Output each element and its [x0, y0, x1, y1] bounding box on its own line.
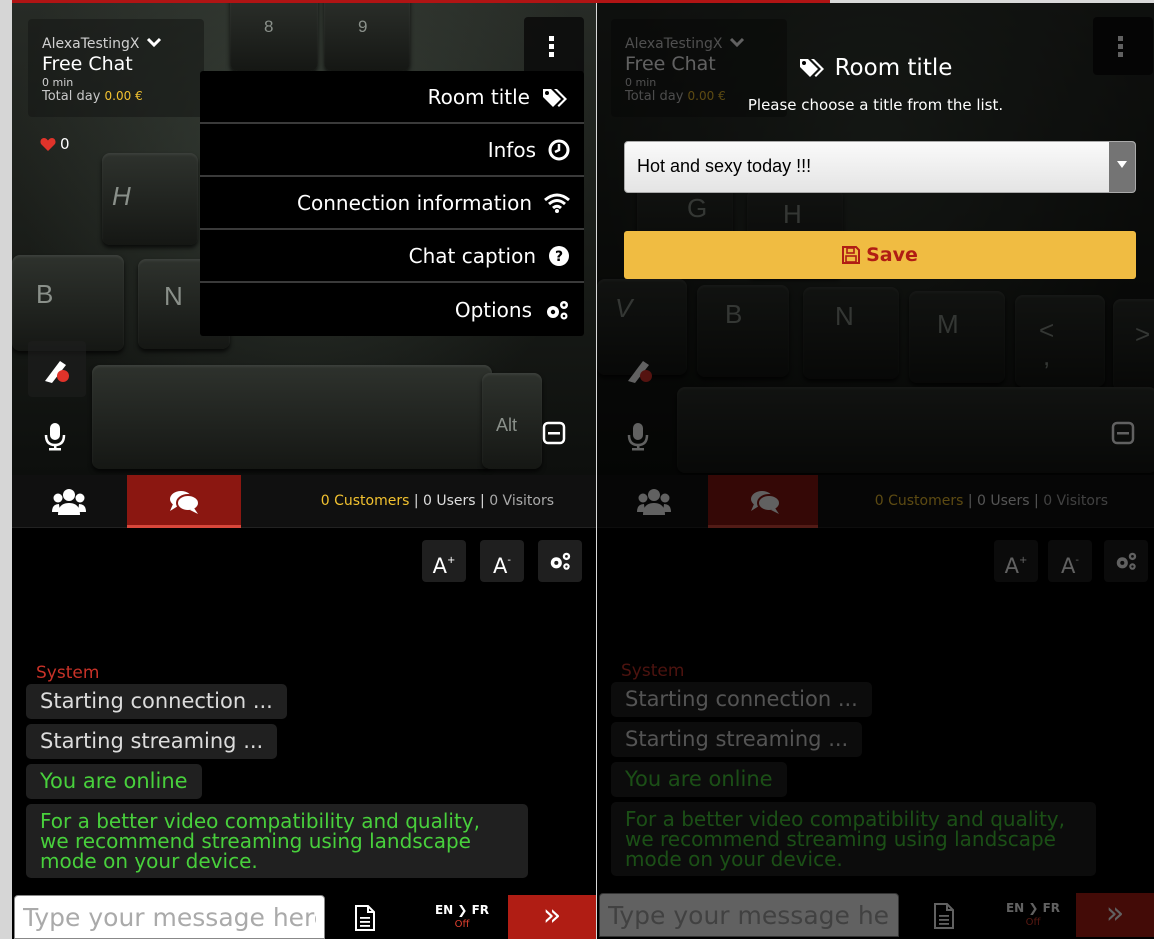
- cogs-icon: [550, 552, 571, 570]
- svg-text:?: ?: [555, 249, 563, 265]
- send-button[interactable]: »: [508, 895, 596, 939]
- translate-toggle[interactable]: EN ❯ FR Off: [420, 903, 504, 930]
- tags-icon: [799, 59, 824, 77]
- question-circle-icon: ?: [549, 245, 569, 266]
- microphone-button[interactable]: [28, 407, 86, 463]
- likes-count: 0: [60, 135, 70, 153]
- tab-chat[interactable]: [127, 475, 241, 528]
- users-count: 0 Users: [423, 493, 476, 509]
- dialog-subtitle: Please choose a title from the list.: [747, 96, 1004, 114]
- page-gutter: [0, 0, 12, 939]
- chat-message: Starting streaming ...: [26, 724, 278, 759]
- streamer-info[interactable]: AlexaTestingX Free Chat 0 min Total day …: [28, 19, 204, 117]
- chat-message: Starting connection ...: [26, 684, 287, 719]
- video-preview: 8 9 H B N Alt AlexaTestingX Free Chat 0 …: [12, 3, 596, 475]
- effects-button[interactable]: [28, 341, 86, 397]
- keyboard-key: H: [102, 153, 198, 245]
- room-title-select[interactable]: Hot and sexy today !!!: [624, 141, 1136, 193]
- message-bar: EN ❯ FR Off »: [12, 895, 596, 939]
- dialog-title: Room title: [597, 55, 1154, 81]
- selected-title: Hot and sexy today !!!: [637, 156, 812, 176]
- comments-icon: [170, 491, 200, 514]
- tab-users[interactable]: [12, 475, 126, 528]
- keyboard-key: 9: [324, 3, 410, 71]
- font-decrease-button[interactable]: A-: [480, 540, 524, 582]
- heart-icon: [40, 138, 56, 151]
- keyboard-spacebar: [92, 365, 492, 469]
- vertical-dots-icon: [549, 36, 554, 57]
- visitors-count: 0 Visitors: [489, 493, 554, 509]
- customers-count: 0 Customers: [320, 493, 410, 509]
- cogs-icon: [547, 300, 568, 319]
- floppy-disk-icon: [842, 246, 861, 264]
- context-menu: Room title Infos Connection information …: [200, 71, 584, 336]
- session-minutes: 0 min: [42, 76, 74, 89]
- total-label: Total day: [42, 89, 101, 104]
- clock-icon: [548, 139, 570, 160]
- microphone-icon: [44, 423, 66, 451]
- more-menu-button[interactable]: [524, 17, 584, 75]
- users-icon: [52, 489, 86, 515]
- wifi-icon: [544, 193, 570, 213]
- chat-message: You are online: [26, 764, 202, 799]
- chat-settings-button[interactable]: [538, 540, 582, 582]
- document-icon[interactable]: [354, 905, 376, 931]
- caret-down-icon: [1117, 161, 1127, 168]
- minimize-icon[interactable]: [542, 421, 566, 445]
- message-input[interactable]: [14, 895, 325, 939]
- menu-item-room-title[interactable]: Room title: [200, 71, 584, 124]
- chevron-down-icon: [146, 37, 161, 48]
- select-arrow[interactable]: [1109, 142, 1135, 192]
- keyboard-key: Alt: [482, 373, 542, 469]
- right-screen: G H V B N M <, > AlexaTestingX Free Chat…: [597, 3, 1154, 939]
- magic-brush-icon: [45, 361, 69, 383]
- chat-message-recommendation: For a better video compatibility and qua…: [26, 804, 528, 878]
- menu-item-connection-information[interactable]: Connection information: [200, 177, 584, 230]
- viewer-counts: 0 Customers | 0 Users | 0 Visitors: [320, 493, 554, 509]
- chat-type: Free Chat: [42, 53, 133, 75]
- menu-item-chat-caption[interactable]: Chat caption ?: [200, 230, 584, 283]
- keyboard-key: 8: [230, 3, 318, 71]
- left-screen: 8 9 H B N Alt AlexaTestingX Free Chat 0 …: [12, 3, 596, 939]
- system-label: System: [36, 663, 100, 683]
- save-button[interactable]: Save: [624, 231, 1136, 279]
- menu-item-options[interactable]: Options: [200, 283, 584, 336]
- font-increase-button[interactable]: A+: [422, 540, 466, 582]
- total-day: Total day 0.00 €: [42, 89, 190, 104]
- menu-item-infos[interactable]: Infos: [200, 124, 584, 177]
- likes-counter: 0: [40, 135, 70, 153]
- tab-bar: 0 Customers | 0 Users | 0 Visitors: [12, 475, 596, 528]
- total-amount: 0.00 €: [104, 89, 143, 103]
- keyboard-key: B: [12, 255, 124, 351]
- username: AlexaTestingX: [42, 36, 140, 52]
- tags-icon: [543, 88, 567, 107]
